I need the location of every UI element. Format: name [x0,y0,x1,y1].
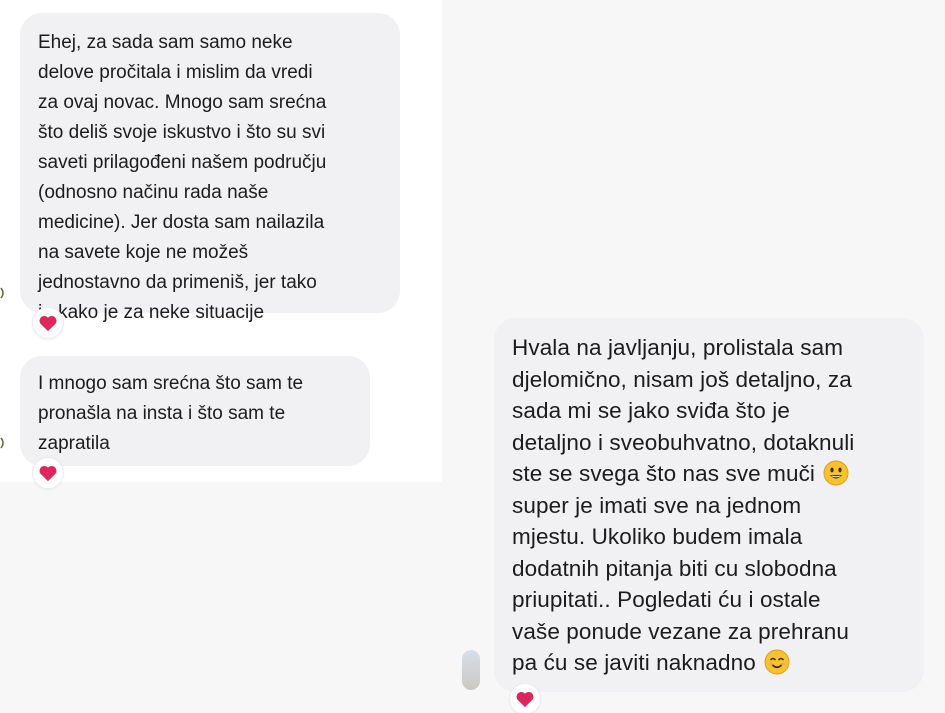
message-bubble[interactable]: Hvala na javljanju, prolistala sam djelo… [494,318,924,692]
heart-icon [39,465,57,482]
heart-reaction[interactable] [510,684,540,713]
avatar-edge-icon [0,287,4,299]
avatar-edge-icon [0,437,4,449]
heart-reaction[interactable] [33,308,63,338]
message-bubble[interactable]: I mnogo sam srećna što sam te pronašla n… [20,356,370,466]
grinning-face-icon [823,460,849,486]
heart-icon [516,691,534,708]
message-text: Hvala na javljanju, prolistala sam djelo… [512,335,855,486]
smiling-face-icon [764,649,790,675]
avatar[interactable] [462,650,480,690]
heart-reaction[interactable] [33,458,63,488]
message-bubble[interactable]: Ehej, za sada sam samo neke delove proči… [20,13,400,323]
message-text: super je imati sve na jednom mjestu. Uko… [512,492,849,676]
heart-icon [39,315,57,332]
